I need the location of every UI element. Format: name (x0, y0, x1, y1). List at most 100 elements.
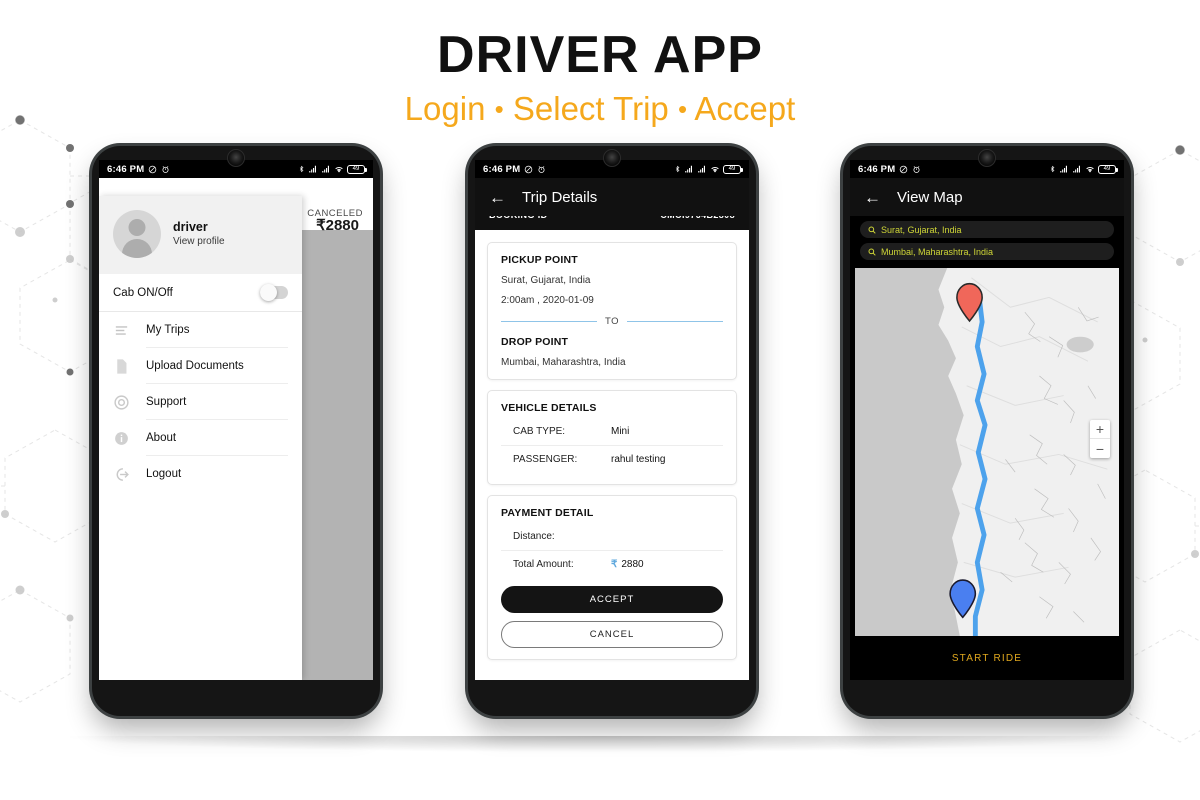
back-arrow-icon[interactable]: ← (489, 189, 506, 206)
to-label: TO (604, 316, 620, 327)
phone2-toolbar: ← Trip Details (475, 178, 749, 216)
wifi-icon (334, 165, 344, 174)
sidebar-item-upload-documents[interactable]: Upload Documents (99, 348, 302, 384)
cab-onoff-row[interactable]: Cab ON/Off (99, 274, 302, 312)
poster-headings: DRIVER APP Login • Select Trip • Accept (0, 28, 1200, 127)
mute-icon (524, 165, 533, 174)
statusbar-time: 6:46 PM (107, 163, 145, 175)
subtitle-part-accept: Accept (694, 89, 796, 127)
separator-line-left (501, 321, 597, 322)
battery-icon: 49 (347, 164, 367, 174)
passenger-key: PASSENGER: (513, 454, 578, 465)
phone3-content: Surat, Gujarat, India Mumbai, Maharashtr… (850, 216, 1124, 680)
destination-search-value: Mumbai, Maharashtra, India (881, 246, 994, 257)
logout-icon (113, 466, 130, 483)
start-ride-button[interactable]: START RIDE (850, 636, 1124, 680)
battery-icon: 49 (1098, 164, 1118, 174)
vehicle-details-title: VEHICLE DETAILS (501, 402, 597, 414)
alarm-icon (161, 165, 170, 174)
page-title: DRIVER APP (437, 26, 763, 84)
vehicle-details-card: VEHICLE DETAILS CAB TYPE: Mini PASSENGER… (487, 390, 737, 485)
passenger-value: rahul testing (611, 454, 666, 465)
to-separator: TO (501, 316, 723, 327)
mute-icon (148, 165, 157, 174)
toolbar-title: Trip Details (522, 188, 598, 206)
payment-detail-card: PAYMENT DETAIL Distance: Total Amount: ₹… (487, 495, 737, 660)
profile-name: driver (173, 219, 208, 234)
battery-level: 49 (1103, 166, 1111, 172)
cab-type-value: Mini (611, 426, 630, 437)
map-graphic (855, 268, 1119, 636)
sidebar-item-logout[interactable]: Logout (99, 456, 302, 492)
back-arrow-icon[interactable]: ← (864, 189, 881, 206)
zoom-out-button[interactable]: − (1090, 439, 1110, 458)
distance-key: Distance: (513, 531, 555, 542)
pickup-address: Surat, Gujarat, India (501, 275, 591, 286)
total-amount-value: 2880 (621, 559, 644, 570)
origin-search-value: Surat, Gujarat, India (881, 224, 962, 235)
poster-stage: DRIVER APP Login • Select Trip • Accept … (0, 0, 1200, 800)
page-subtitle: Login • Select Trip • Accept (0, 89, 1200, 127)
booking-id-label: BOOKING ID (489, 216, 548, 220)
pickup-time: 2:00am , 2020-01-09 (501, 295, 594, 306)
sidebar-item-support[interactable]: Support (99, 384, 302, 420)
table-row: Distance: (501, 523, 723, 551)
cab-onoff-label: Cab ON/Off (113, 286, 173, 299)
sidebar-item-my-trips[interactable]: My Trips (99, 312, 302, 348)
cab-type-key: CAB TYPE: (513, 426, 566, 437)
phone3-toolbar: ← View Map (850, 178, 1124, 216)
info-icon (113, 430, 130, 447)
poster-ground-shadow (70, 736, 1130, 752)
phone2-camera-icon (603, 149, 621, 167)
separator-line-right (627, 321, 723, 322)
battery-level: 49 (728, 166, 736, 172)
table-row: Total Amount: ₹ 2880 (501, 551, 723, 578)
statusbar-time: 6:46 PM (483, 163, 521, 175)
phone1-screen: 6:46 PM 49 CANCELED ₹2880 driver View pr… (99, 160, 373, 680)
pickup-point-title: PICKUP POINT (501, 254, 578, 266)
document-icon (113, 358, 130, 375)
wifi-icon (710, 165, 720, 174)
navigation-drawer: driver View profile Cab ON/Off My Trips (99, 196, 302, 680)
payment-detail-title: PAYMENT DETAIL (501, 507, 594, 519)
phone2-screen: 6:46 PM 49 ← Trip Details BOOKING ID (475, 160, 749, 680)
origin-search-input[interactable]: Surat, Gujarat, India (860, 221, 1114, 238)
cab-onoff-toggle[interactable] (259, 284, 288, 301)
alarm-icon (912, 165, 921, 174)
drawer-profile-header[interactable]: driver View profile (99, 196, 302, 274)
signal-icon (308, 165, 318, 174)
subtitle-part-login: Login (404, 89, 486, 127)
trip-details-scroll[interactable]: PICKUP POINT Surat, Gujarat, India 2:00a… (475, 216, 749, 680)
sidebar-item-label: My Trips (146, 312, 288, 348)
sidebar-item-label: Logout (146, 468, 182, 480)
accept-button[interactable]: ACCEPT (501, 586, 723, 613)
mute-icon (899, 165, 908, 174)
zoom-in-button[interactable]: + (1090, 420, 1110, 439)
map-canvas[interactable]: + − (855, 268, 1119, 636)
toolbar-title: View Map (897, 188, 963, 206)
phone1-content: CANCELED ₹2880 a driver View profile (99, 178, 373, 680)
phone1-trip-amount: ₹2880 (316, 217, 359, 234)
list-icon (113, 322, 130, 339)
phone3-screen: 6:46 PM 49 ← View Map Surat, Gujarat, In… (850, 160, 1124, 680)
view-profile-link[interactable]: View profile (173, 235, 225, 249)
sidebar-item-label: Upload Documents (146, 348, 288, 384)
phone-mockup-map: 6:46 PM 49 ← View Map Surat, Gujarat, In… (843, 146, 1131, 716)
signal-icon (1059, 165, 1069, 174)
phone-mockup-trip-details: 6:46 PM 49 ← Trip Details BOOKING ID (468, 146, 756, 716)
booking-id-row: BOOKING ID CMCI9764B2808 (475, 216, 749, 230)
destination-search-input[interactable]: Mumbai, Maharashtra, India (860, 243, 1114, 260)
drop-point-title: DROP POINT (501, 336, 569, 348)
wifi-icon (1085, 165, 1095, 174)
pickup-drop-card: PICKUP POINT Surat, Gujarat, India 2:00a… (487, 242, 737, 380)
bluetooth-icon (674, 164, 681, 174)
bluetooth-icon (1049, 164, 1056, 174)
map-zoom-controls: + − (1090, 420, 1110, 458)
sidebar-item-about[interactable]: About (99, 420, 302, 456)
bluetooth-icon (298, 164, 305, 174)
signal-icon (684, 165, 694, 174)
cancel-button[interactable]: CANCEL (501, 621, 723, 648)
alarm-icon (537, 165, 546, 174)
support-icon (113, 394, 130, 411)
phone1-camera-icon (227, 149, 245, 167)
